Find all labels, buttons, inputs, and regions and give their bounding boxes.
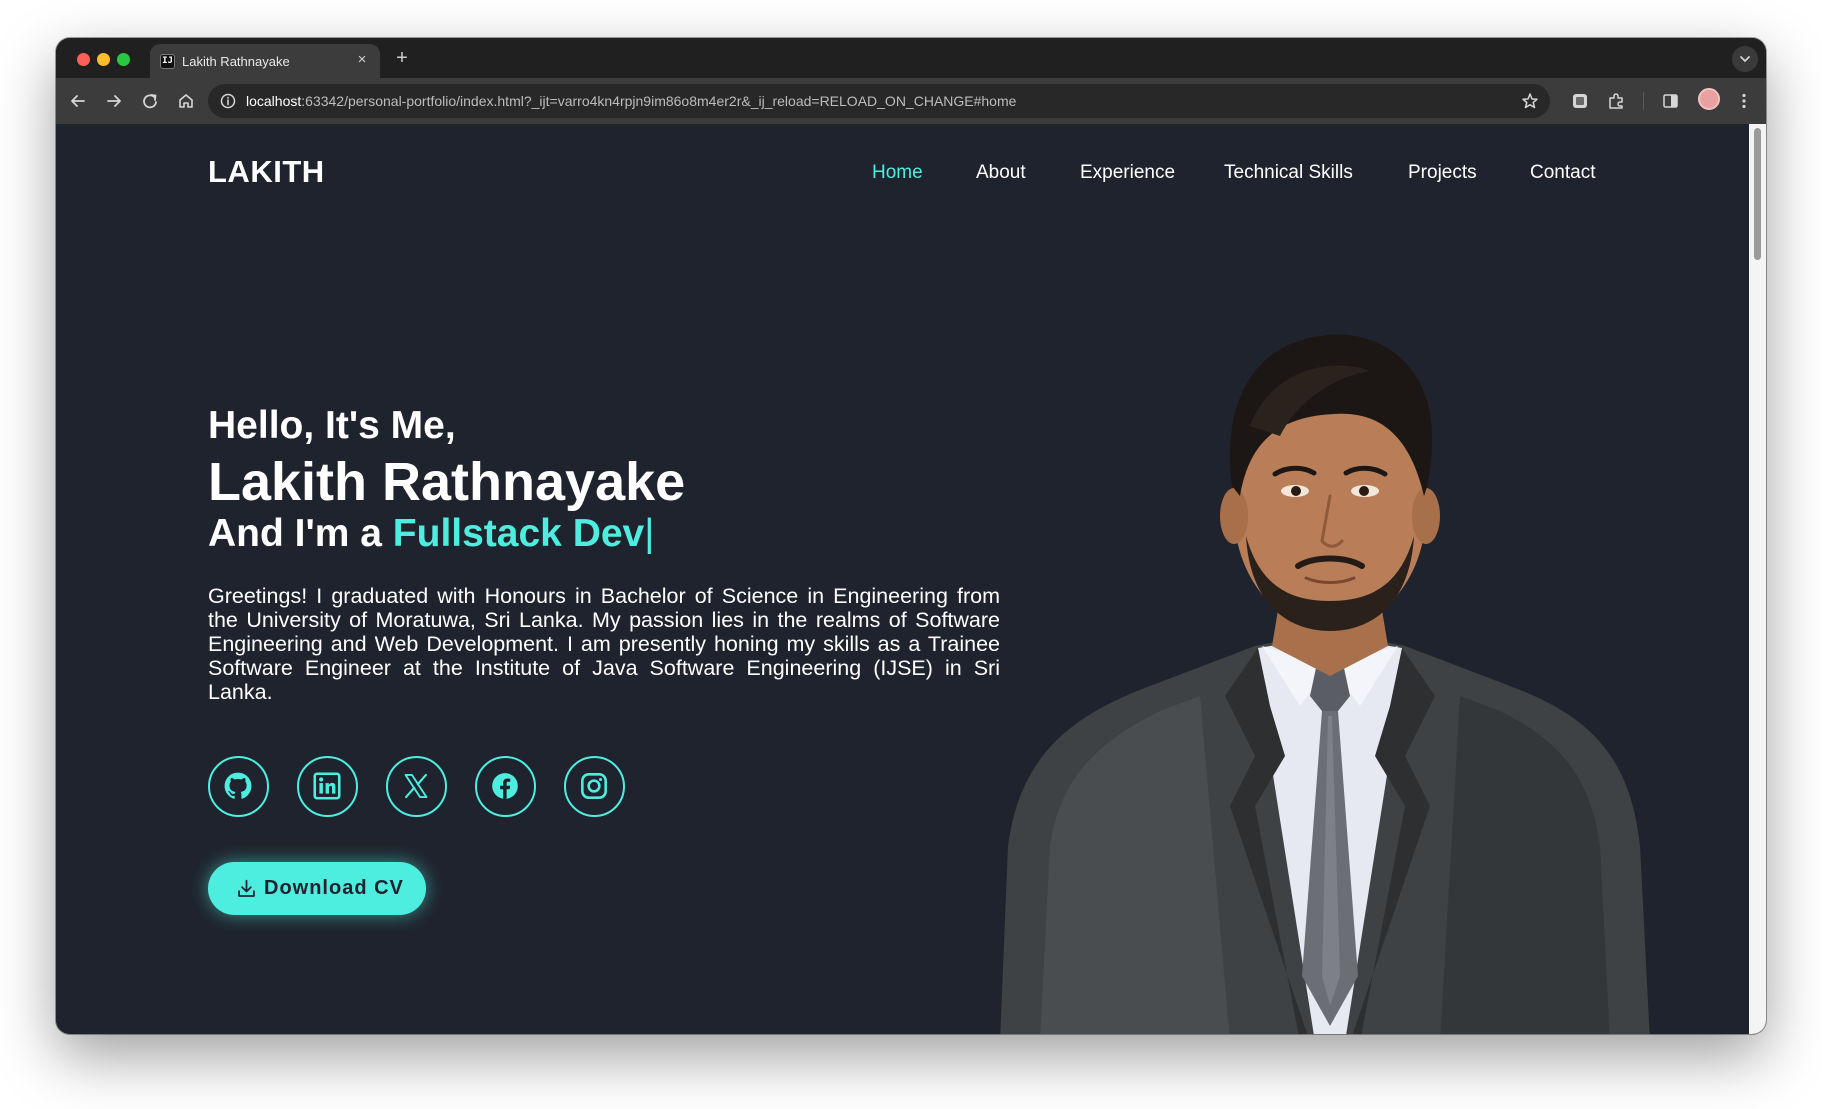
chevron-down-icon — [1740, 56, 1750, 63]
favicon-icon: IJ — [160, 54, 175, 69]
instagram-link[interactable] — [564, 756, 625, 817]
reload-icon — [143, 94, 157, 109]
site-logo[interactable]: LAKITH — [208, 154, 325, 190]
address-bar[interactable]: localhost:63342/personal-portfolio/index… — [208, 84, 1550, 118]
browser-window: IJ Lakith Rathnayake × + localhost:63342… — [56, 38, 1766, 1034]
nav-about[interactable]: About — [976, 162, 1026, 184]
minimize-window-button[interactable] — [97, 53, 110, 66]
url-path: :63342/personal-portfolio/index.html?_ij… — [301, 93, 1017, 109]
hero-role: And I'm a Fullstack Dev| — [208, 512, 654, 556]
profile-avatar[interactable] — [1698, 88, 1720, 110]
maximize-window-button[interactable] — [117, 53, 130, 66]
portfolio-page: LAKITH Home About Experience Technical S… — [56, 124, 1749, 1034]
x-icon — [404, 773, 428, 799]
home-button[interactable] — [172, 87, 200, 115]
linkedin-icon — [313, 772, 341, 800]
scrollbar-thumb[interactable] — [1754, 128, 1761, 260]
download-cv-button[interactable]: Download CV — [208, 862, 426, 915]
page-scrollbar[interactable] — [1749, 124, 1766, 1034]
nav-technical-skills[interactable]: Technical Skills — [1224, 162, 1353, 184]
hero-greeting: Hello, It's Me, — [208, 404, 456, 447]
home-icon — [179, 94, 193, 108]
tab-title: Lakith Rathnayake — [182, 54, 290, 69]
arrow-left-icon — [71, 95, 85, 107]
side-panel-button[interactable] — [1656, 87, 1684, 115]
facebook-icon — [492, 773, 518, 799]
site-info-icon[interactable] — [216, 89, 240, 113]
nav-contact[interactable]: Contact — [1530, 162, 1595, 184]
instagram-icon — [581, 773, 607, 799]
portrait-illustration — [1000, 334, 1650, 1034]
extension-icon — [1573, 94, 1587, 108]
role-prefix: And I'm a — [208, 512, 393, 555]
side-panel-icon — [1663, 94, 1678, 108]
reload-button[interactable] — [136, 87, 164, 115]
close-window-button[interactable] — [77, 53, 90, 66]
close-tab-icon[interactable]: × — [352, 50, 372, 70]
kebab-menu-icon — [1742, 93, 1746, 109]
tab-strip: IJ Lakith Rathnayake × + — [56, 38, 1766, 78]
toolbar-divider — [1643, 92, 1644, 110]
download-icon — [238, 879, 255, 897]
url-text[interactable]: localhost:63342/personal-portfolio/index… — [246, 93, 1016, 109]
nav-experience[interactable]: Experience — [1080, 162, 1175, 184]
hero-bio: Greetings! I graduated with Honours in B… — [208, 584, 1000, 704]
extensions-menu-button[interactable] — [1602, 87, 1630, 115]
browser-tab[interactable]: IJ Lakith Rathnayake × — [150, 44, 380, 78]
github-icon — [224, 772, 252, 799]
browser-toolbar: localhost:63342/personal-portfolio/index… — [56, 78, 1766, 124]
x-twitter-link[interactable] — [386, 756, 447, 817]
puzzle-icon — [1609, 93, 1623, 109]
back-button[interactable] — [64, 87, 92, 115]
forward-button[interactable] — [100, 87, 128, 115]
extension-button[interactable] — [1566, 87, 1594, 115]
facebook-link[interactable] — [475, 756, 536, 817]
github-link[interactable] — [208, 756, 269, 817]
role-highlight: Fullstack Dev — [392, 512, 645, 555]
typing-cursor: | — [644, 512, 655, 555]
hero-name: Lakith Rathnayake — [208, 452, 686, 512]
download-cv-label: Download CV — [264, 877, 404, 899]
new-tab-icon[interactable]: + — [390, 46, 414, 70]
profile-photo — [1000, 286, 1660, 1034]
browser-menu-button[interactable] — [1730, 87, 1758, 115]
nav-projects[interactable]: Projects — [1408, 162, 1477, 184]
tab-search-button[interactable] — [1732, 46, 1758, 72]
linkedin-link[interactable] — [297, 756, 358, 817]
arrow-right-icon — [107, 95, 121, 107]
bookmark-star-icon[interactable] — [1518, 89, 1542, 113]
nav-home[interactable]: Home — [872, 162, 923, 184]
url-host: localhost — [246, 93, 302, 109]
